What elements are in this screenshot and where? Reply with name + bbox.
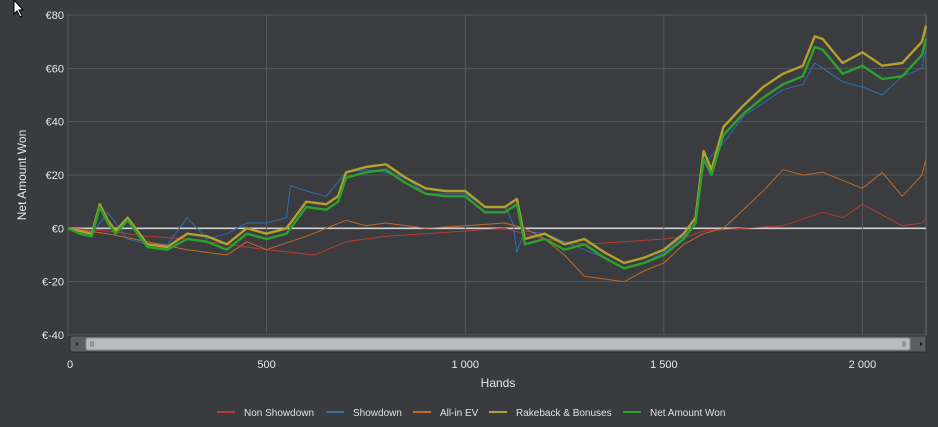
y-tick-label: €80 [46,10,64,22]
horizontal-scrollbar[interactable] [69,335,927,353]
y-tick-label: €-40 [42,330,64,342]
legend-label: Rakeback & Bonuses [516,408,612,419]
legend: Non Showdown Showdown All-in EV Rakeback & … [217,408,725,419]
legend-label: Non Showdown [244,408,314,419]
x-tick-label: 500 [257,359,275,371]
legend-label: Showdown [353,408,402,419]
scrollbar-thumb[interactable] [85,337,911,351]
mouse-cursor-icon [13,0,25,18]
y-tick-label: €0 [52,223,64,235]
x-tick-label: 1 000 [451,359,479,371]
x-tick-label: 0 [67,359,73,371]
legend-label: Net Amount Won [650,408,725,419]
y-axis-title: Net Amount Won [15,130,29,221]
x-axis-title: Hands [481,376,516,390]
legend-label: All-in EV [440,408,479,419]
y-tick-label: €20 [46,170,64,182]
net-won-chart: €80 €60 €40 €20 €0 €-20 €-40 0 500 1 000 1 500 2 0… [13,0,928,419]
x-tick-label: 2 000 [849,359,877,371]
x-axis-ticks: 0 500 1 000 1 500 2 000 [67,359,876,371]
y-tick-label: €60 [46,63,64,75]
y-tick-label: €-20 [42,277,64,289]
y-axis-ticks: €80 €60 €40 €20 €0 €-20 €-40 [42,10,64,342]
y-tick-label: €40 [46,117,64,129]
x-tick-label: 1 500 [650,359,678,371]
